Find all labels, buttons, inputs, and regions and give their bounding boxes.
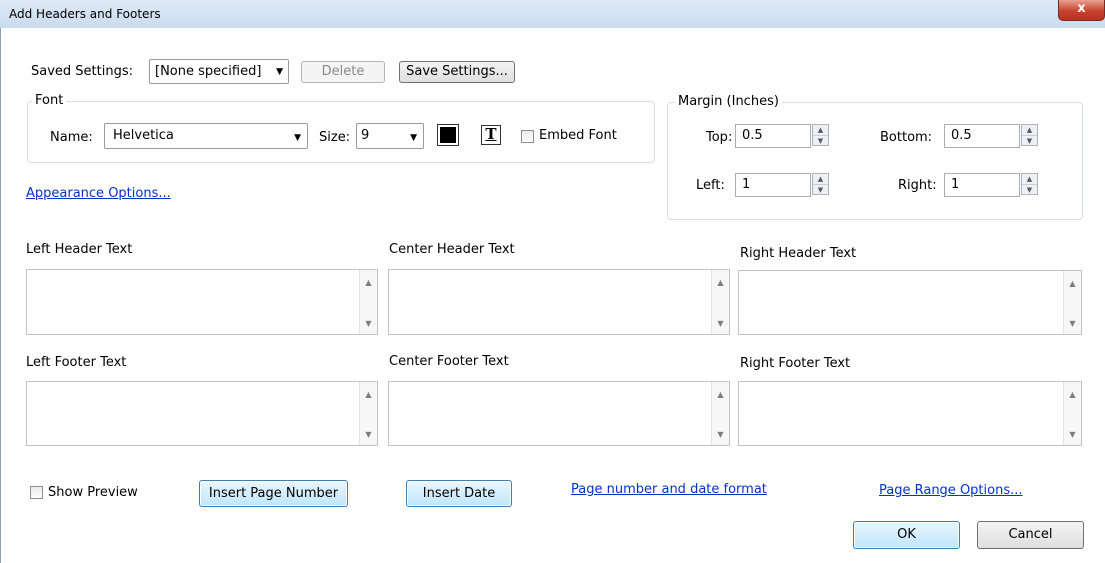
- save-settings-button[interactable]: Save Settings...: [399, 61, 515, 83]
- spin-up-icon[interactable]: ▲: [813, 174, 828, 185]
- appearance-options-link[interactable]: Appearance Options...: [26, 186, 171, 201]
- margin-top-field[interactable]: 0.5: [735, 124, 811, 148]
- page-number-date-format-link[interactable]: Page number and date format: [571, 482, 767, 497]
- embed-font-label: Embed Font: [539, 128, 617, 143]
- scrollbar[interactable]: ▲ ▼: [711, 382, 729, 445]
- left-footer-textarea[interactable]: ▲ ▼: [26, 381, 378, 446]
- margin-bottom-label: Bottom:: [880, 130, 933, 145]
- scroll-up-icon[interactable]: ▲: [360, 278, 377, 287]
- spin-down-icon[interactable]: ▼: [813, 185, 828, 195]
- spin-down-icon[interactable]: ▼: [1022, 185, 1037, 195]
- page-range-options-link[interactable]: Page Range Options...: [879, 483, 1023, 498]
- scrollbar[interactable]: ▲ ▼: [359, 270, 377, 334]
- ok-button[interactable]: OK: [853, 521, 960, 549]
- show-preview-label: Show Preview: [48, 485, 138, 500]
- font-name-value: Helvetica: [113, 128, 174, 143]
- saved-settings-value: [None specified]: [155, 64, 262, 79]
- window-title: Add Headers and Footers: [9, 7, 161, 21]
- close-icon: x: [1077, 1, 1086, 16]
- center-footer-textarea[interactable]: ▲ ▼: [388, 381, 730, 446]
- margin-left-stepper[interactable]: ▲ ▼: [812, 173, 829, 195]
- title-bar: Add Headers and Footers: [0, 0, 1105, 28]
- right-header-label: Right Header Text: [740, 246, 857, 261]
- margin-group: [667, 102, 1083, 220]
- left-header-textarea[interactable]: ▲ ▼: [26, 269, 378, 335]
- left-header-label: Left Header Text: [26, 242, 133, 257]
- delete-button[interactable]: Delete: [301, 61, 385, 83]
- right-footer-textarea[interactable]: ▲ ▼: [738, 381, 1082, 446]
- margin-group-legend: Margin (Inches): [675, 94, 782, 109]
- scrollbar[interactable]: ▲ ▼: [1063, 271, 1081, 334]
- font-size-value: 9: [361, 128, 370, 143]
- scroll-up-icon[interactable]: ▲: [360, 390, 377, 399]
- margin-right-label: Right:: [898, 178, 937, 193]
- saved-settings-label: Saved Settings:: [31, 64, 133, 79]
- scroll-down-icon[interactable]: ▼: [1064, 430, 1081, 439]
- scroll-down-icon[interactable]: ▼: [1064, 319, 1081, 328]
- scroll-down-icon[interactable]: ▼: [360, 319, 377, 328]
- show-preview-checkbox[interactable]: [30, 486, 43, 499]
- saved-settings-dropdown[interactable]: [None specified] ▼: [149, 59, 289, 84]
- margin-left-field[interactable]: 1: [735, 173, 811, 197]
- scrollbar[interactable]: ▲ ▼: [711, 270, 729, 334]
- scroll-down-icon[interactable]: ▼: [712, 430, 729, 439]
- scrollbar[interactable]: ▲ ▼: [359, 382, 377, 445]
- margin-bottom-field[interactable]: 0.5: [944, 124, 1020, 148]
- margin-bottom-stepper[interactable]: ▲ ▼: [1021, 124, 1038, 146]
- chevron-down-icon: ▼: [276, 67, 283, 77]
- scrollbar[interactable]: ▲ ▼: [1063, 382, 1081, 445]
- chevron-down-icon: ▼: [410, 133, 417, 143]
- margin-right-stepper[interactable]: ▲ ▼: [1021, 173, 1038, 195]
- chevron-down-icon: ▼: [294, 133, 301, 143]
- insert-date-button[interactable]: Insert Date: [406, 480, 512, 507]
- spin-up-icon[interactable]: ▲: [1022, 125, 1037, 136]
- margin-right-field[interactable]: 1: [944, 173, 1020, 197]
- center-header-label: Center Header Text: [389, 242, 515, 257]
- right-footer-label: Right Footer Text: [740, 356, 851, 371]
- text-style-icon[interactable]: T: [481, 125, 501, 145]
- close-button[interactable]: x: [1058, 0, 1105, 21]
- spin-up-icon[interactable]: ▲: [1022, 174, 1037, 185]
- insert-page-number-button[interactable]: Insert Page Number: [199, 480, 348, 507]
- font-size-label: Size:: [319, 130, 351, 145]
- scroll-down-icon[interactable]: ▼: [360, 430, 377, 439]
- scroll-up-icon[interactable]: ▲: [712, 390, 729, 399]
- margin-top-label: Top:: [706, 130, 733, 145]
- scroll-up-icon[interactable]: ▲: [712, 278, 729, 287]
- center-footer-label: Center Footer Text: [389, 354, 509, 369]
- font-group-legend: Font: [32, 93, 67, 108]
- font-size-dropdown[interactable]: 9 ▼: [356, 123, 424, 149]
- embed-font-checkbox[interactable]: [521, 130, 534, 143]
- center-header-textarea[interactable]: ▲ ▼: [388, 269, 730, 335]
- scroll-down-icon[interactable]: ▼: [712, 319, 729, 328]
- font-color-swatch[interactable]: [437, 124, 459, 146]
- spin-up-icon[interactable]: ▲: [813, 125, 828, 136]
- spin-down-icon[interactable]: ▼: [1022, 136, 1037, 146]
- font-name-dropdown[interactable]: Helvetica ▼: [104, 123, 308, 149]
- cancel-button[interactable]: Cancel: [977, 521, 1084, 549]
- margin-top-stepper[interactable]: ▲ ▼: [812, 124, 829, 146]
- scroll-up-icon[interactable]: ▲: [1064, 279, 1081, 288]
- spin-down-icon[interactable]: ▼: [813, 136, 828, 146]
- right-header-textarea[interactable]: ▲ ▼: [738, 270, 1082, 335]
- font-name-label: Name:: [50, 130, 93, 145]
- margin-left-label: Left:: [696, 178, 725, 193]
- scroll-up-icon[interactable]: ▲: [1064, 390, 1081, 399]
- left-footer-label: Left Footer Text: [26, 355, 127, 370]
